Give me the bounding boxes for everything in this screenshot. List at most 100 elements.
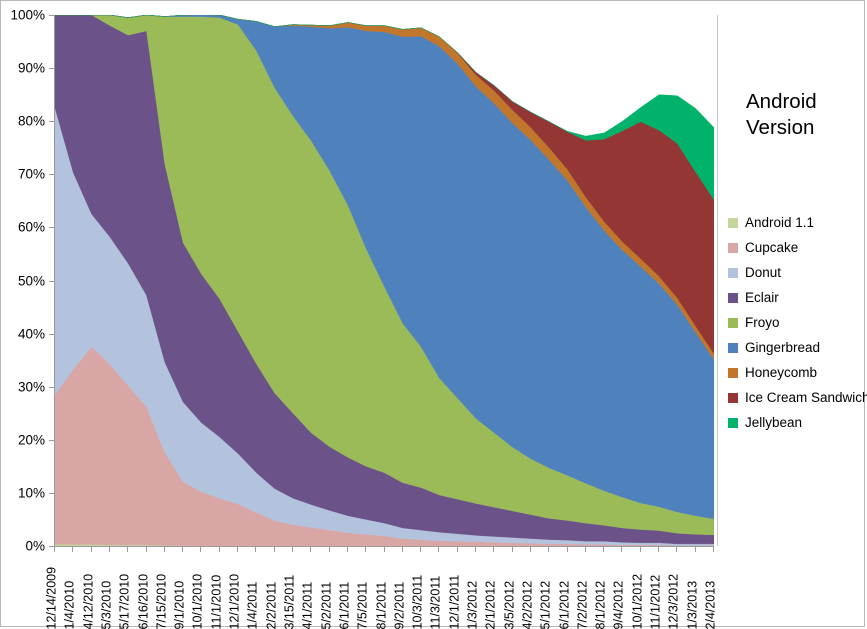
x-axis-tick-mark <box>54 547 55 552</box>
y-axis-tick-label: 70% <box>17 166 45 182</box>
x-axis-tick-label: 2/2/2011 <box>264 581 279 629</box>
x-axis-tick-mark <box>584 547 586 552</box>
x-axis-tick-label: 9/2/2011 <box>392 581 407 629</box>
x-axis-tick-label: 9/4/2012 <box>611 580 626 629</box>
legend-swatch-icon <box>728 392 738 403</box>
y-axis-tick-label: 40% <box>17 326 45 342</box>
legend-item-label: Gingerbread <box>745 340 821 355</box>
x-axis-tick-mark <box>291 547 293 552</box>
x-axis-tick-label: 6/1/2012 <box>557 580 572 629</box>
x-axis-tick-mark <box>273 547 275 552</box>
legend-item-label: Eclair <box>745 290 779 305</box>
x-axis-tick-mark <box>658 547 660 552</box>
legend-item-android-1-1[interactable]: Android 1.1 <box>728 210 865 235</box>
x-axis-tick-mark <box>365 547 367 552</box>
x-axis-tick-label: 4/2/2012 <box>520 580 535 629</box>
y-axis-tick-label: 20% <box>17 432 45 448</box>
legend-item-label: Android 1.1 <box>745 215 815 230</box>
legend-item-donut[interactable]: Donut <box>728 260 865 285</box>
plot-area <box>54 15 714 547</box>
y-axis-tick-label: 100% <box>10 7 45 23</box>
legend-item-honeycomb[interactable]: Honeycomb <box>728 360 865 385</box>
y-axis-tick-label: 60% <box>17 219 45 235</box>
x-axis-tick-mark <box>566 547 568 552</box>
legend-item-label: Cupcake <box>745 240 799 255</box>
x-axis-tick-mark <box>218 547 220 552</box>
x-axis-tick-label: 1/3/2012 <box>465 580 480 629</box>
legend: Android Version Android 1.1 Cupcake Donut E… <box>717 15 867 546</box>
x-axis-tick-label: 12/14/2009 <box>44 566 59 629</box>
x-axis-tick-label: 1/4/2010 <box>62 580 77 629</box>
y-axis-tick-label: 50% <box>17 273 45 288</box>
x-axis-tick-mark <box>237 547 239 552</box>
x-axis-tick-mark <box>676 547 678 552</box>
x-axis-tick-label: 4/1/2011 <box>300 581 315 629</box>
x-axis-tick-mark <box>108 547 110 552</box>
y-axis-tick-label: 80% <box>17 113 45 129</box>
legend-swatch-icon <box>728 217 738 228</box>
x-axis-tick-mark <box>548 547 550 552</box>
x-axis-tick-label: 1/4/2011 <box>245 581 260 629</box>
x-axis-tick-mark <box>456 547 458 552</box>
stacked-area-series-group <box>55 15 714 546</box>
legend-swatch-icon <box>728 242 738 253</box>
x-axis-tick-label: 7/2/2012 <box>575 580 590 629</box>
legend-item-jellybean[interactable]: Jellybean <box>728 410 865 435</box>
x-axis-tick-mark <box>639 547 641 552</box>
x-axis-tick-mark <box>127 547 129 552</box>
legend-item-gingerbread[interactable]: Gingerbread <box>728 335 865 360</box>
legend-item-cupcake[interactable]: Cupcake <box>728 235 865 260</box>
x-axis-tick-label: 12/1/2011 <box>447 574 462 629</box>
legend-title: Android Version <box>746 89 866 141</box>
x-axis-tick-label: 1/3/2013 <box>685 580 700 629</box>
x-axis-tick-label: 10/1/2012 <box>630 573 645 629</box>
x-axis-tick-mark <box>401 547 403 552</box>
x-axis-tick-mark <box>420 547 422 552</box>
x-axis-tick-label: 12/1/2010 <box>227 573 242 629</box>
legend-item-label: Honeycomb <box>745 365 818 380</box>
x-axis-tick-label: 7/5/2011 <box>355 581 370 629</box>
legend-item-froyo[interactable]: Froyo <box>728 310 865 335</box>
x-axis-tick-label: 11/1/2010 <box>209 574 224 629</box>
y-axis-tick-label: 0% <box>25 538 45 554</box>
x-axis-tick-mark <box>163 547 165 552</box>
y-axis: 0% 10% 20% 30% 40% 50% 60% 70% 80% 90% 100% <box>1 1 54 561</box>
x-axis-tick-label: 11/1/2012 <box>648 574 663 629</box>
legend-swatch-icon <box>728 292 738 303</box>
legend-item-ice-cream-sandwich[interactable]: Ice Cream Sandwich <box>728 385 867 410</box>
legend-item-eclair[interactable]: Eclair <box>728 285 865 310</box>
x-axis-tick-mark <box>511 547 513 552</box>
y-axis-tick-label: 90% <box>17 60 45 76</box>
x-axis-tick-mark <box>475 547 477 552</box>
x-axis: 12/14/2009 1/4/2010 4/12/2010 5/3/2010 5/17/… <box>45 547 718 629</box>
legend-title-line-2: Version <box>746 116 815 140</box>
legend-swatch-icon <box>728 267 738 278</box>
y-axis-tick-label: 30% <box>17 379 45 395</box>
x-axis-tick-label: 4/12/2010 <box>81 573 96 629</box>
legend-title-line-1: Android <box>746 90 817 113</box>
x-axis-tick-mark <box>529 547 531 552</box>
x-axis-tick-mark <box>90 547 92 552</box>
x-axis-tick-mark <box>438 547 440 552</box>
chart-container: 0% 10% 20% 30% 40% 50% 60% 70% 80% 90% 100% 12/14/… <box>0 0 867 629</box>
x-axis-tick-label: 11/3/2011 <box>428 575 443 629</box>
x-axis-tick-label: 6/16/2010 <box>136 573 151 629</box>
x-axis-tick-mark <box>493 547 495 552</box>
x-axis-tick-mark <box>603 547 605 552</box>
x-axis-tick-label: 3/15/2011 <box>282 574 297 629</box>
x-axis-tick-label: 8/1/2011 <box>374 581 388 629</box>
legend-swatch-icon <box>728 342 738 353</box>
legend-swatch-icon <box>728 317 738 328</box>
x-axis-tick-mark <box>145 547 147 552</box>
legend-items: Android 1.1 Cupcake Donut Eclair Froyo Ginger… <box>728 210 867 435</box>
x-axis-tick-label: 9/1/2010 <box>172 580 187 629</box>
x-axis-tick-label: 2/4/2013 <box>703 580 718 629</box>
x-axis-tick-label: 5/2/2011 <box>319 581 334 629</box>
x-axis-tick-mark <box>328 547 330 552</box>
x-axis-tick-mark <box>621 547 623 552</box>
x-axis-tick-mark <box>383 547 385 552</box>
x-axis-tick-label: 10/3/2011 <box>410 574 425 629</box>
x-axis-tick-label: 10/1/2010 <box>190 573 205 629</box>
legend-item-label: Donut <box>745 265 782 280</box>
x-axis-tick-mark <box>346 547 348 552</box>
